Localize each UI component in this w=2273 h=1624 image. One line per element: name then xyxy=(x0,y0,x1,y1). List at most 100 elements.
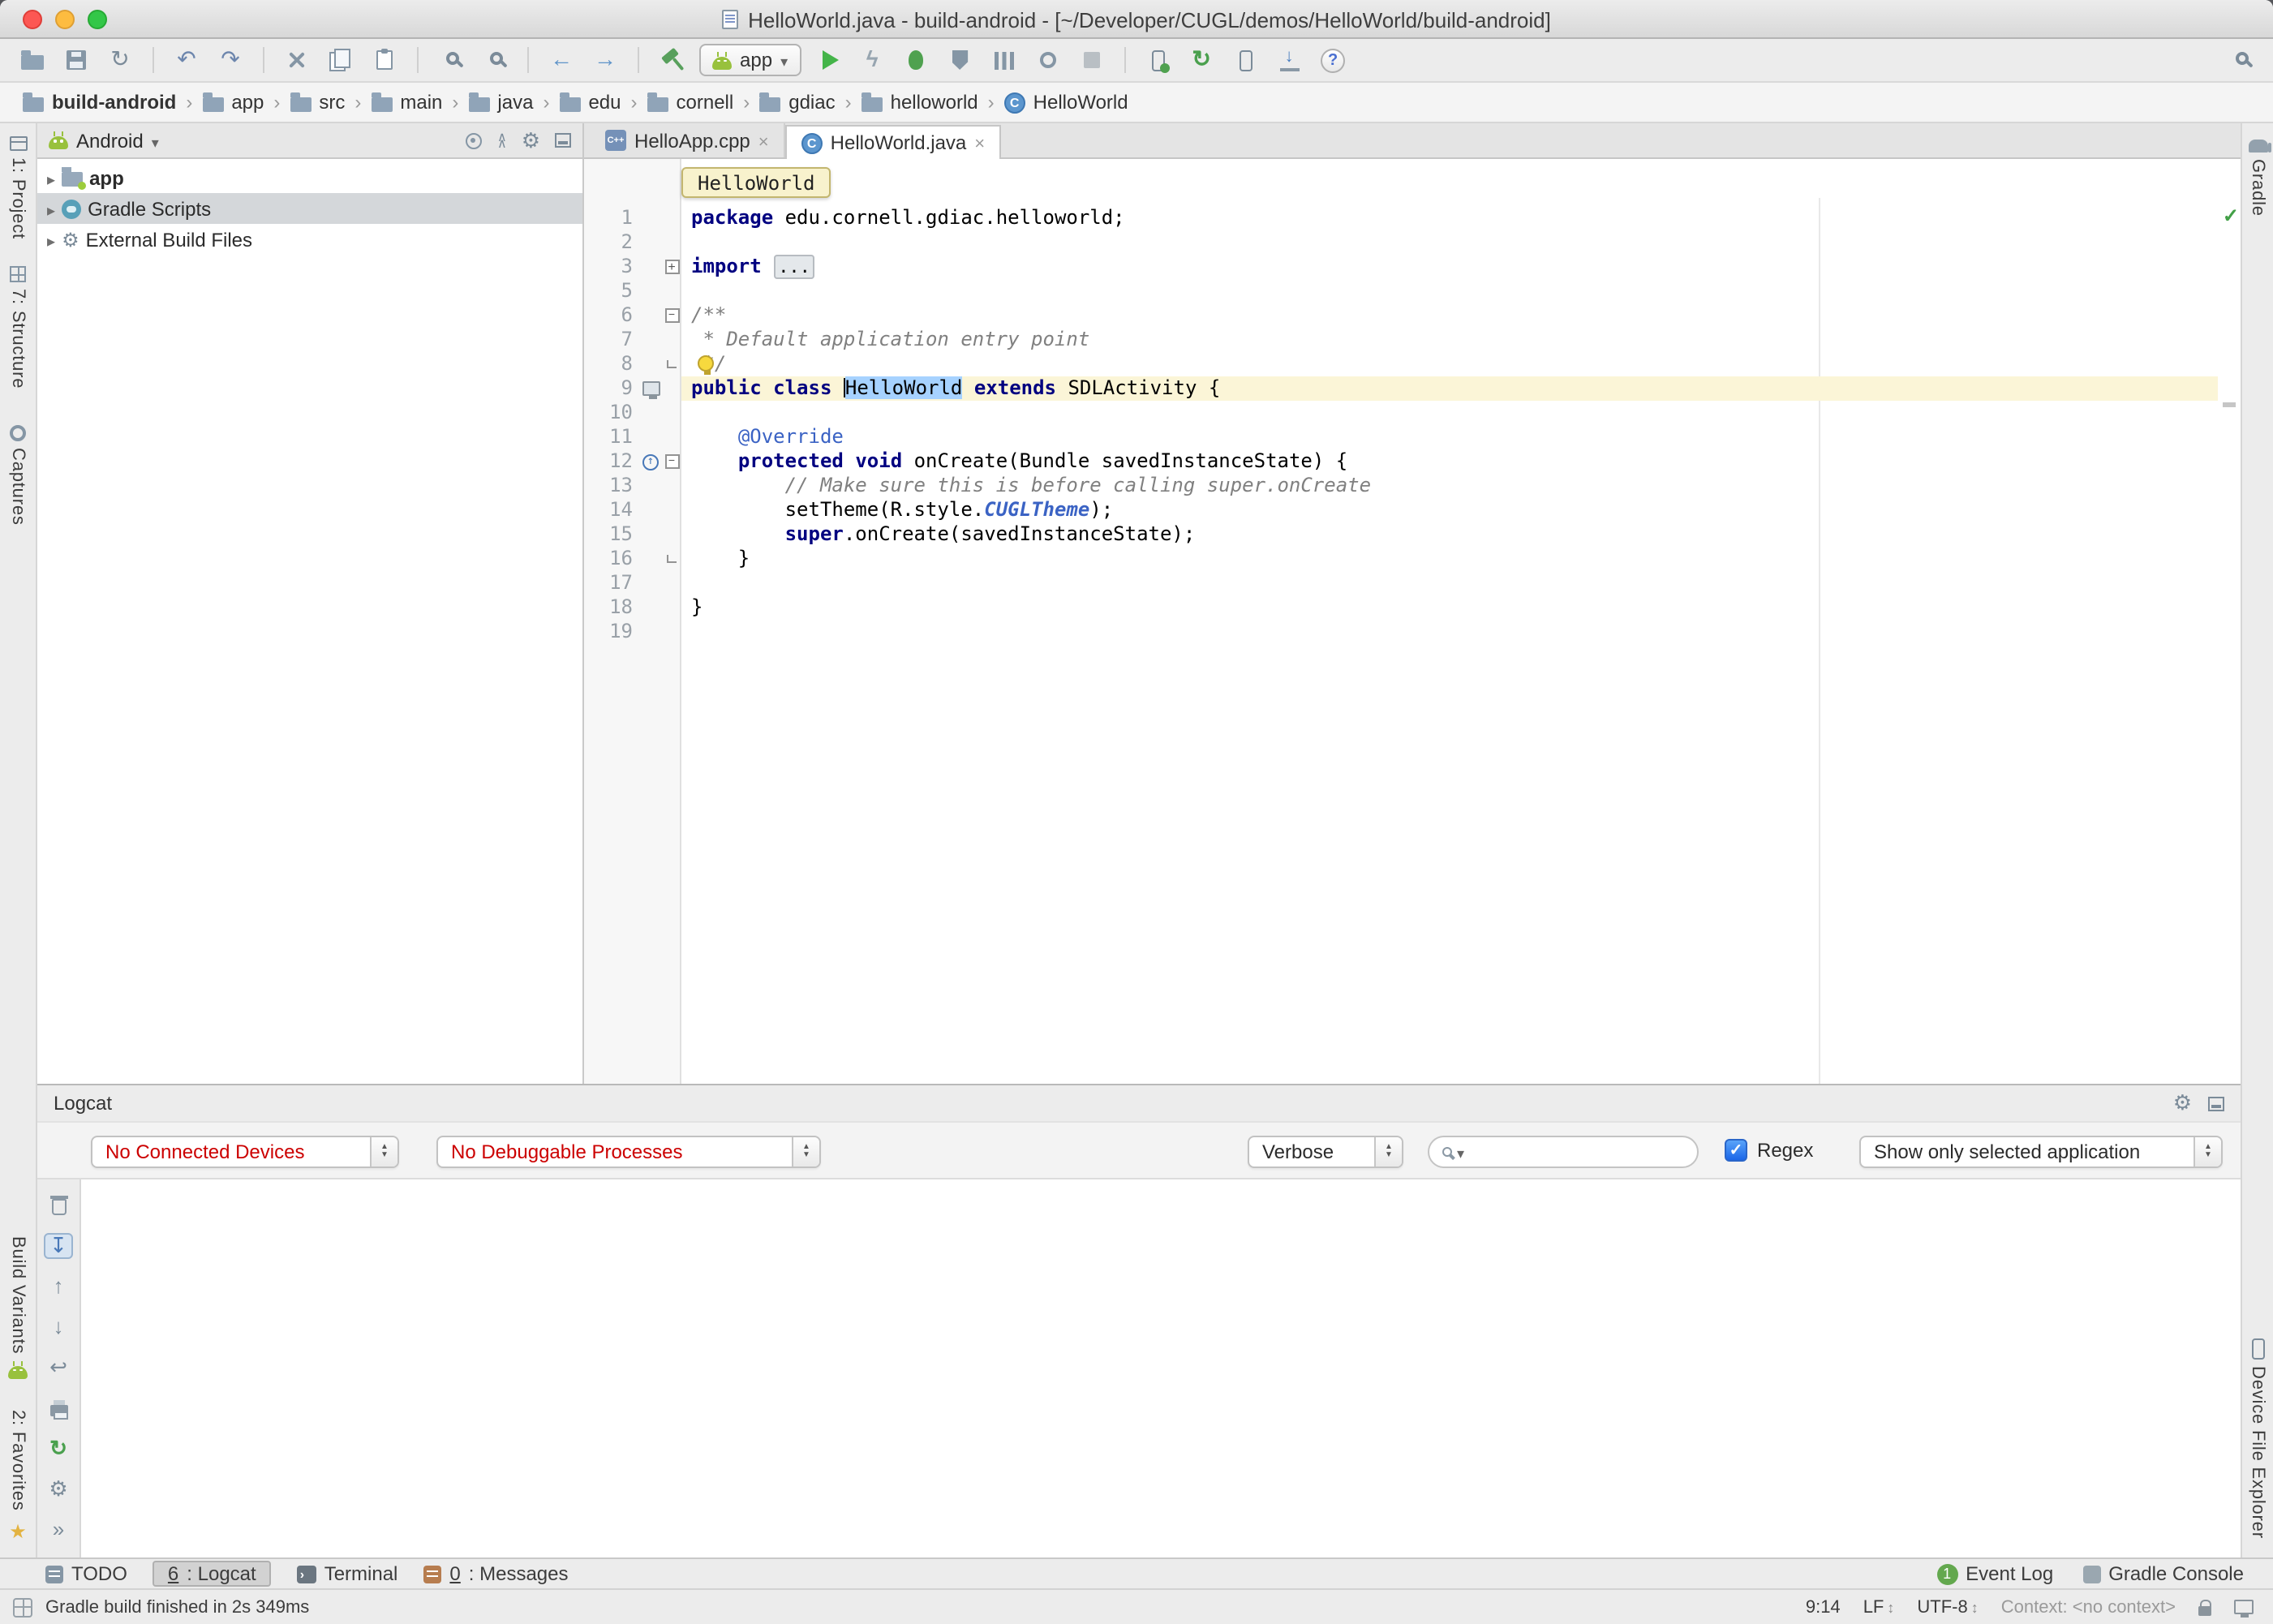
code-text[interactable]: */ xyxy=(681,352,2218,376)
tree-item-external-build-files[interactable]: External Build Files xyxy=(37,224,582,255)
code-line[interactable]: 2 xyxy=(584,230,2218,255)
processes-dropdown[interactable]: No Debuggable Processes xyxy=(436,1136,821,1168)
code-text[interactable] xyxy=(681,279,2218,303)
code-line[interactable]: 9public class HelloWorld extends SDLActi… xyxy=(584,376,2218,401)
code-text[interactable]: import ... xyxy=(681,255,2218,279)
monitor-icon[interactable] xyxy=(2234,1600,2254,1614)
tree-item-gradle-scripts[interactable]: Gradle Scripts xyxy=(37,193,582,224)
chevron-down-icon[interactable] xyxy=(152,129,159,152)
editor-body[interactable]: HelloWorld 1package edu.cornell.gdiac.he… xyxy=(584,159,2241,1084)
code-line[interactable]: 8 */ xyxy=(584,352,2218,376)
tool-button-gradle[interactable]: Gradle xyxy=(2242,140,2273,217)
search-everywhere-icon[interactable] xyxy=(2224,44,2257,76)
cut-icon[interactable] xyxy=(281,44,313,76)
tool-button-project[interactable]: 1: Project xyxy=(0,136,36,239)
open-file-icon[interactable] xyxy=(16,44,49,76)
breadcrumb-item-main[interactable]: main xyxy=(364,91,449,114)
devices-dropdown[interactable]: No Connected Devices xyxy=(91,1136,399,1168)
instant-run-icon[interactable] xyxy=(856,44,888,76)
caret-stripe-mark[interactable] xyxy=(2223,402,2236,407)
breadcrumb-item-gdiac[interactable]: gdiac xyxy=(753,91,841,114)
lock-icon[interactable] xyxy=(2198,1605,2211,1615)
intention-bulb-icon[interactable] xyxy=(698,355,714,372)
copy-icon[interactable] xyxy=(324,44,357,76)
code-text[interactable] xyxy=(681,401,2218,425)
breadcrumb-item-helloworld[interactable]: helloworld xyxy=(855,91,985,114)
inspections-ok-icon[interactable] xyxy=(2223,204,2239,227)
save-all-icon[interactable] xyxy=(60,44,92,76)
collapse-all-icon[interactable] xyxy=(497,134,507,147)
project-view-selector[interactable]: Android xyxy=(76,129,144,152)
filter-dropdown[interactable]: Show only selected application xyxy=(1859,1136,2223,1168)
locate-icon[interactable] xyxy=(466,132,483,148)
logcat-search-field[interactable] xyxy=(1428,1136,1699,1168)
chevron-right-icon[interactable] xyxy=(47,197,55,220)
stop-icon[interactable] xyxy=(1075,44,1107,76)
tool-button-todo[interactable]: TODO xyxy=(45,1562,127,1585)
tool-button-messages[interactable]: 0: Messages xyxy=(423,1562,568,1585)
code-text[interactable]: } xyxy=(681,547,2218,571)
fold-marker[interactable] xyxy=(662,255,681,279)
down-stack-trace-icon[interactable] xyxy=(44,1314,73,1340)
code-line[interactable]: 13 // Make sure this is before calling s… xyxy=(584,474,2218,498)
code-text[interactable]: * Default application entry point xyxy=(681,328,2218,352)
code-line[interactable]: 16 } xyxy=(584,547,2218,571)
tree-item-app[interactable]: app xyxy=(37,162,582,193)
code-line[interactable]: 19 xyxy=(584,620,2218,644)
clear-logcat-icon[interactable] xyxy=(44,1192,73,1218)
code-text[interactable]: @Override xyxy=(681,425,2218,449)
activity-gutter-icon[interactable] xyxy=(642,381,660,396)
tool-button-event-log[interactable]: 1 Event Log xyxy=(1936,1562,2053,1585)
breadcrumb-item-src[interactable]: src xyxy=(283,91,351,114)
code-line[interactable]: 15 super.onCreate(savedInstanceState); xyxy=(584,522,2218,547)
undo-icon[interactable] xyxy=(170,44,203,76)
tab-HelloApp.cpp[interactable]: HelloApp.cpp xyxy=(591,123,785,157)
code-line[interactable]: 14 setTheme(R.style.CUGLTheme); xyxy=(584,498,2218,522)
code-text[interactable] xyxy=(681,620,2218,644)
close-icon[interactable] xyxy=(758,129,769,152)
logcat-settings-icon[interactable] xyxy=(44,1476,73,1502)
code-text[interactable]: protected void onCreate(Bundle savedInst… xyxy=(681,449,2218,474)
fold-marker[interactable] xyxy=(662,352,681,376)
redo-icon[interactable] xyxy=(214,44,247,76)
code-line[interactable]: 1package edu.cornell.gdiac.helloworld; xyxy=(584,206,2218,230)
run-with-coverage-icon[interactable] xyxy=(943,44,976,76)
code-text[interactable]: package edu.cornell.gdiac.helloworld; xyxy=(681,206,2218,230)
tool-button-device-file-explorer[interactable]: Device File Explorer xyxy=(2242,1338,2273,1538)
soft-wraps-icon[interactable] xyxy=(44,1355,73,1381)
gutter-icon-slot[interactable] xyxy=(639,376,662,401)
synchronize-icon[interactable] xyxy=(104,44,136,76)
help-icon[interactable] xyxy=(1317,44,1349,76)
quick-access-icon[interactable] xyxy=(13,1597,32,1617)
fold-marker[interactable] xyxy=(662,449,681,474)
code-line[interactable]: 5 xyxy=(584,279,2218,303)
hide-panel-icon[interactable] xyxy=(2208,1096,2224,1111)
breadcrumb-item-cornell[interactable]: cornell xyxy=(641,91,741,114)
code-line[interactable]: 6/** xyxy=(584,303,2218,328)
avd-manager-icon[interactable] xyxy=(1229,44,1261,76)
close-icon[interactable] xyxy=(974,131,985,154)
hide-panel-icon[interactable] xyxy=(555,133,571,148)
scroll-to-end-icon[interactable] xyxy=(44,1233,73,1259)
code-line[interactable]: 7 * Default application entry point xyxy=(584,328,2218,352)
tool-button-gradle-console[interactable]: Gradle Console xyxy=(2082,1562,2244,1585)
find-icon[interactable] xyxy=(435,44,467,76)
code-text[interactable]: // Make sure this is before calling supe… xyxy=(681,474,2218,498)
editor-breadcrumb-pill[interactable]: HelloWorld xyxy=(681,167,831,198)
code-line[interactable]: 3import ... xyxy=(584,255,2218,279)
code-text[interactable]: public class HelloWorld extends SDLActiv… xyxy=(681,376,2218,401)
breadcrumb-item-edu[interactable]: edu xyxy=(552,91,627,114)
regex-checkbox[interactable] xyxy=(1725,1139,1747,1162)
fold-marker[interactable] xyxy=(662,547,681,571)
code-line[interactable]: 11 @Override xyxy=(584,425,2218,449)
tool-button-logcat[interactable]: 6: Logcat xyxy=(153,1561,271,1587)
restart-icon[interactable] xyxy=(44,1436,73,1462)
replace-icon[interactable] xyxy=(479,44,511,76)
tool-button-build-variants[interactable]: Build Variants xyxy=(0,1236,36,1378)
tool-button-captures[interactable]: Captures xyxy=(0,425,36,526)
code-lines[interactable]: 1package edu.cornell.gdiac.helloworld;23… xyxy=(584,206,2218,644)
logcat-output[interactable] xyxy=(81,1179,2241,1557)
back-icon[interactable] xyxy=(545,44,578,76)
up-stack-trace-icon[interactable] xyxy=(44,1274,73,1300)
log-level-dropdown[interactable]: Verbose xyxy=(1248,1136,1403,1168)
